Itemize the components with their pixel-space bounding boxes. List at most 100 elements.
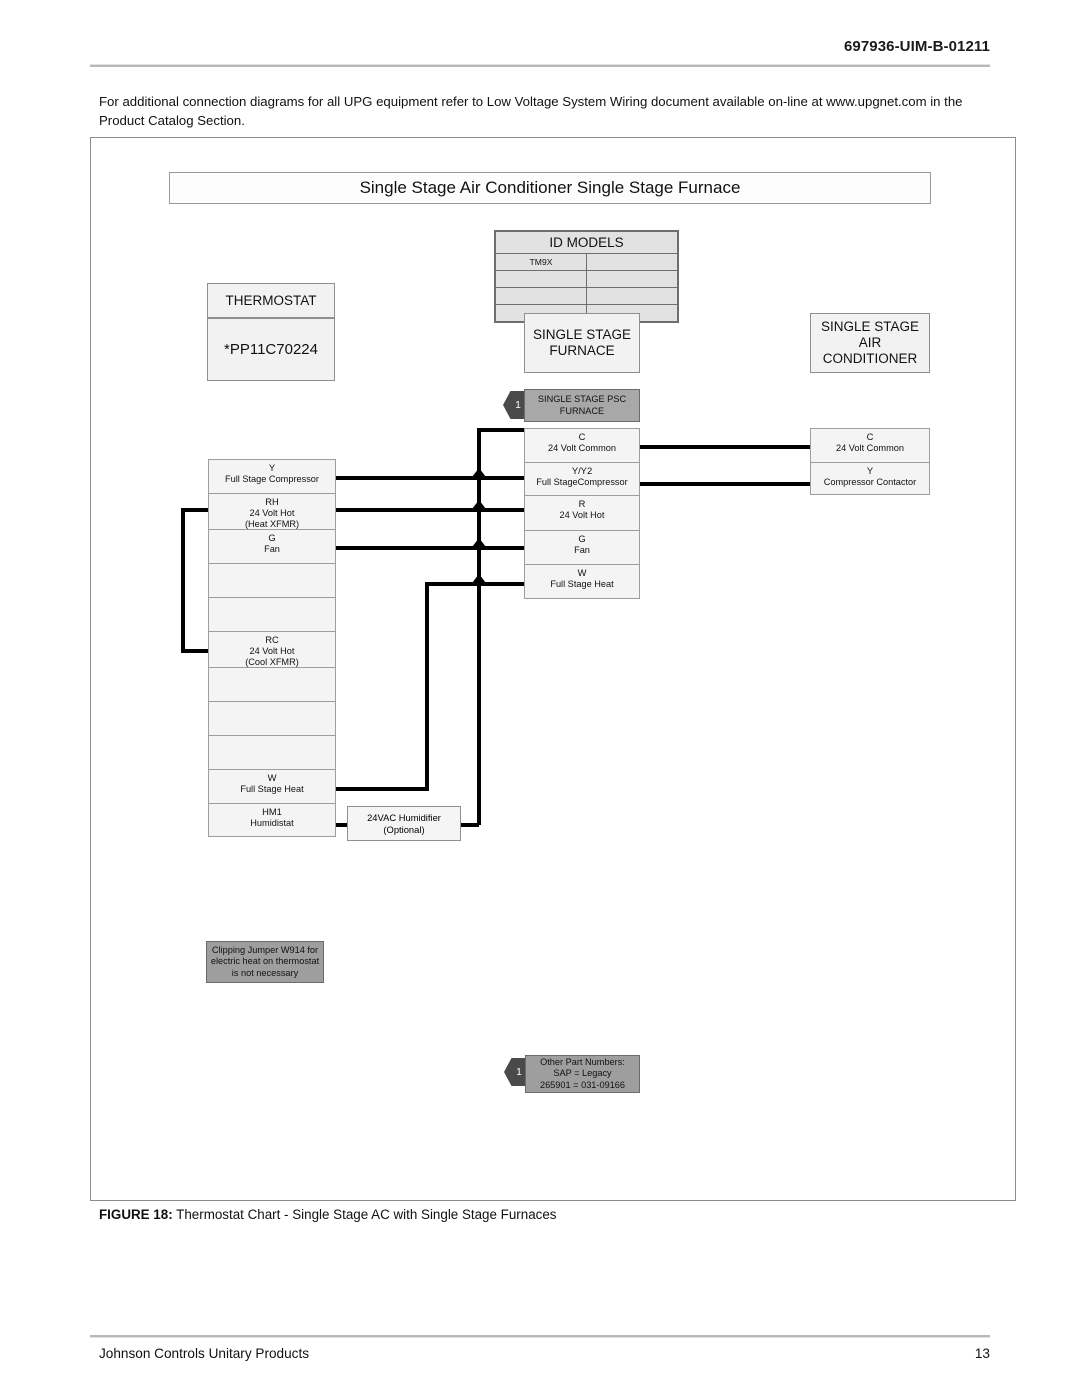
wire-y-horizontal	[319, 476, 479, 480]
terminal-desc: 24 Volt Common	[836, 442, 904, 453]
thermostat-model-box: *PP11C70224	[207, 318, 335, 381]
furnace-terminal-row-y: Y/Y2 Full StageCompressor	[524, 462, 640, 495]
jumper-note-line2: electric heat on thermostat	[210, 956, 320, 967]
terminal-code: W	[267, 772, 277, 783]
wire-arrow-icon	[472, 538, 486, 547]
air-conditioner-header-box: SINGLE STAGE AIR CONDITIONER	[810, 313, 930, 373]
document-code: 697936-UIM-B-01211	[843, 38, 990, 55]
thermostat-header-box: THERMOSTAT	[207, 283, 335, 318]
terminal-row-w: W Full Stage Heat	[208, 769, 336, 803]
furnace-header-box: SINGLE STAGE FURNACE	[524, 313, 640, 373]
terminal-desc-2: (Cool XFMR)	[245, 657, 299, 667]
wire-c-elbow	[477, 428, 524, 432]
id-model-cell	[586, 253, 678, 271]
terminal-row-blank	[208, 597, 336, 631]
terminal-desc: 24 Volt Hot	[249, 507, 295, 518]
terminal-desc: Compressor Contactor	[823, 476, 917, 487]
figure-caption: FIGURE 18: Thermostat Chart - Single Sta…	[99, 1207, 999, 1222]
terminal-desc: 24 Volt Hot	[249, 645, 295, 656]
footer-company: Johnson Controls Unitary Products	[99, 1346, 310, 1361]
wire-w-vertical	[425, 582, 429, 791]
terminal-desc: Full Stage Heat	[550, 578, 614, 589]
humidifier-box: 24VAC Humidifier (Optional)	[347, 806, 461, 841]
wire-furnace-ac-common	[640, 445, 810, 449]
part-numbers-line3: 265901 = 031-09166	[539, 1079, 626, 1090]
terminal-code: RH	[265, 496, 279, 507]
table-row: TM9X	[495, 253, 678, 271]
terminal-code: C	[866, 431, 874, 442]
terminal-code: Y	[866, 465, 874, 476]
terminal-desc: 24 Volt Hot	[559, 509, 605, 520]
wire-humidifier-vertical	[477, 582, 481, 825]
footer-page-number: 13	[974, 1346, 990, 1361]
terminal-code: R	[578, 498, 586, 509]
footer-divider	[90, 1335, 990, 1338]
terminal-code: C	[578, 431, 586, 442]
terminal-code: HM1	[262, 806, 282, 817]
wire-rh-horizontal	[319, 508, 479, 512]
terminal-code: G	[578, 533, 586, 544]
figure-caption-label: FIGURE 18:	[99, 1207, 173, 1222]
terminal-row-g: G Fan	[208, 529, 336, 563]
terminal-desc: Full Stage Compressor	[225, 473, 319, 484]
id-models-header: ID MODELS	[495, 231, 678, 254]
wire-furnace-ac-y	[640, 482, 810, 486]
wire-w-elbow	[425, 582, 479, 586]
furnace-terminal-row-c: C 24 Volt Common	[524, 428, 640, 462]
psc-furnace-note: SINGLE STAGE PSC FURNACE	[524, 389, 640, 422]
callout-marker-1-label: 1	[515, 399, 521, 411]
part-numbers-box: Other Part Numbers: SAP = Legacy 265901 …	[525, 1055, 640, 1093]
diagram-title: Single Stage Air Conditioner Single Stag…	[169, 172, 931, 204]
terminal-code: Y	[268, 462, 276, 473]
terminal-desc: Humidistat	[250, 817, 294, 828]
intro-paragraph: For additional connection diagrams for a…	[99, 94, 963, 128]
id-model-cell: TM9X	[495, 253, 587, 271]
furnace-terminal-row-r: R 24 Volt Hot	[524, 495, 640, 530]
air-conditioner-terminal-strip: C 24 Volt Common Y Compressor Contactor	[810, 428, 930, 495]
terminal-row-blank	[208, 735, 336, 769]
furnace-terminal-strip: C 24 Volt Common Y/Y2 Full StageCompress…	[524, 428, 640, 599]
terminal-code: G	[268, 532, 276, 543]
part-numbers-line1: Other Part Numbers:	[540, 1056, 625, 1067]
table-row	[495, 270, 678, 288]
thermostat-terminal-strip: Y Full Stage Compressor RH 24 Volt Hot (…	[208, 459, 336, 837]
terminal-desc-2: (Heat XFMR)	[244, 519, 300, 529]
terminal-desc: Full Stage Heat	[240, 783, 304, 794]
id-models-table: ID MODELS TM9X	[494, 230, 679, 323]
terminal-row-hm1: HM1 Humidistat	[208, 803, 336, 837]
id-model-cell	[586, 287, 678, 305]
wire-rc-stub	[181, 649, 211, 653]
jumper-note-line3: is not necessary	[231, 967, 299, 978]
page-footer: Johnson Controls Unitary Products 13	[99, 1346, 990, 1361]
furnace-terminal-row-w: W Full Stage Heat	[524, 564, 640, 599]
jumper-note-line1: Clipping Jumper W914 for	[211, 944, 319, 955]
legend-marker-1-label: 1	[516, 1066, 522, 1078]
figure-caption-text: Thermostat Chart - Single Stage AC with …	[176, 1207, 557, 1222]
figure-frame: Single Stage Air Conditioner Single Stag…	[90, 137, 1016, 1201]
terminal-desc: Fan	[264, 543, 280, 554]
humidifier-label-line1: 24VAC Humidifier	[367, 812, 441, 823]
terminal-desc: Fan	[574, 544, 590, 555]
jumper-note-box: Clipping Jumper W914 for electric heat o…	[206, 941, 324, 983]
part-numbers-line2: SAP = Legacy	[553, 1068, 612, 1079]
terminal-code: Y/Y2	[571, 465, 593, 476]
terminal-code: W	[577, 567, 587, 578]
terminal-row-blank	[208, 667, 336, 701]
ac-terminal-row-y: Y Compressor Contactor	[810, 462, 930, 495]
terminal-row-blank	[208, 701, 336, 735]
terminal-desc: 24 Volt Common	[548, 442, 616, 453]
terminal-row-y: Y Full Stage Compressor	[208, 459, 336, 493]
wire-rh-stub	[181, 508, 211, 512]
wire-rh-rc-vertical	[181, 508, 185, 653]
wire-arrow-icon	[472, 500, 486, 509]
ac-terminal-row-c: C 24 Volt Common	[810, 428, 930, 462]
page-header: 697936-UIM-B-01211	[90, 38, 990, 56]
id-model-cell	[586, 270, 678, 288]
terminal-row-rh: RH 24 Volt Hot (Heat XFMR)	[208, 493, 336, 529]
id-model-cell	[495, 287, 587, 305]
terminal-desc: Full StageCompressor	[536, 476, 628, 487]
terminal-row-rc: RC 24 Volt Hot (Cool XFMR)	[208, 631, 336, 667]
terminal-code: RC	[265, 634, 279, 645]
humidifier-label-line2: (Optional)	[383, 823, 425, 835]
wire-arrow-icon	[472, 468, 486, 477]
